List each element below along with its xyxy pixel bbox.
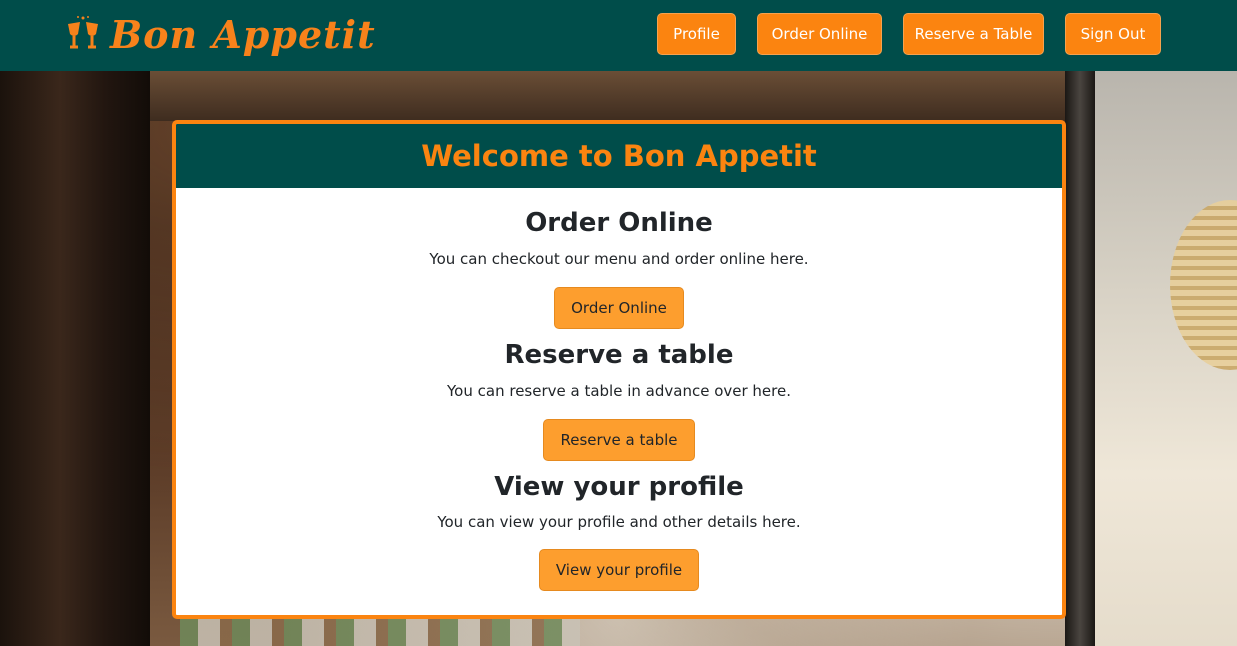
reserve-table-section: Reserve a table You can reserve a table … bbox=[176, 338, 1062, 461]
nav-sign-out-button[interactable]: Sign Out bbox=[1065, 13, 1161, 55]
section-description: You can reserve a table in advance over … bbox=[447, 382, 791, 400]
nav-reserve-table-button[interactable]: Reserve a Table bbox=[903, 13, 1044, 55]
card-header: Welcome to Bon Appetit bbox=[176, 124, 1062, 188]
background-ceiling bbox=[150, 71, 1065, 121]
section-heading: View your profile bbox=[494, 472, 744, 502]
navbar: Bon Appetit Profile Order Online Reserve… bbox=[0, 0, 1237, 71]
background-plants bbox=[180, 618, 580, 646]
background-pillar bbox=[1065, 71, 1095, 646]
section-heading: Order Online bbox=[525, 208, 713, 238]
section-heading: Reserve a table bbox=[504, 340, 734, 370]
brand-name: Bon Appetit bbox=[110, 11, 376, 57]
reserve-table-button[interactable]: Reserve a table bbox=[543, 419, 695, 461]
brand-logo[interactable]: Bon Appetit bbox=[64, 6, 376, 62]
section-description: You can checkout our menu and order onli… bbox=[429, 250, 809, 268]
welcome-card: Welcome to Bon Appetit Order Online You … bbox=[172, 120, 1066, 619]
background-pillar bbox=[0, 71, 150, 646]
view-profile-button[interactable]: View your profile bbox=[538, 549, 700, 591]
order-online-section: Order Online You can checkout our menu a… bbox=[176, 206, 1062, 329]
view-profile-section: View your profile You can view your prof… bbox=[176, 470, 1062, 591]
section-description: You can view your profile and other deta… bbox=[437, 513, 801, 531]
cheers-glasses-icon bbox=[64, 14, 104, 54]
nav-order-online-button[interactable]: Order Online bbox=[757, 13, 882, 55]
nav-profile-button[interactable]: Profile bbox=[657, 13, 736, 55]
order-online-button[interactable]: Order Online bbox=[554, 287, 684, 329]
page-title: Welcome to Bon Appetit bbox=[421, 139, 817, 173]
